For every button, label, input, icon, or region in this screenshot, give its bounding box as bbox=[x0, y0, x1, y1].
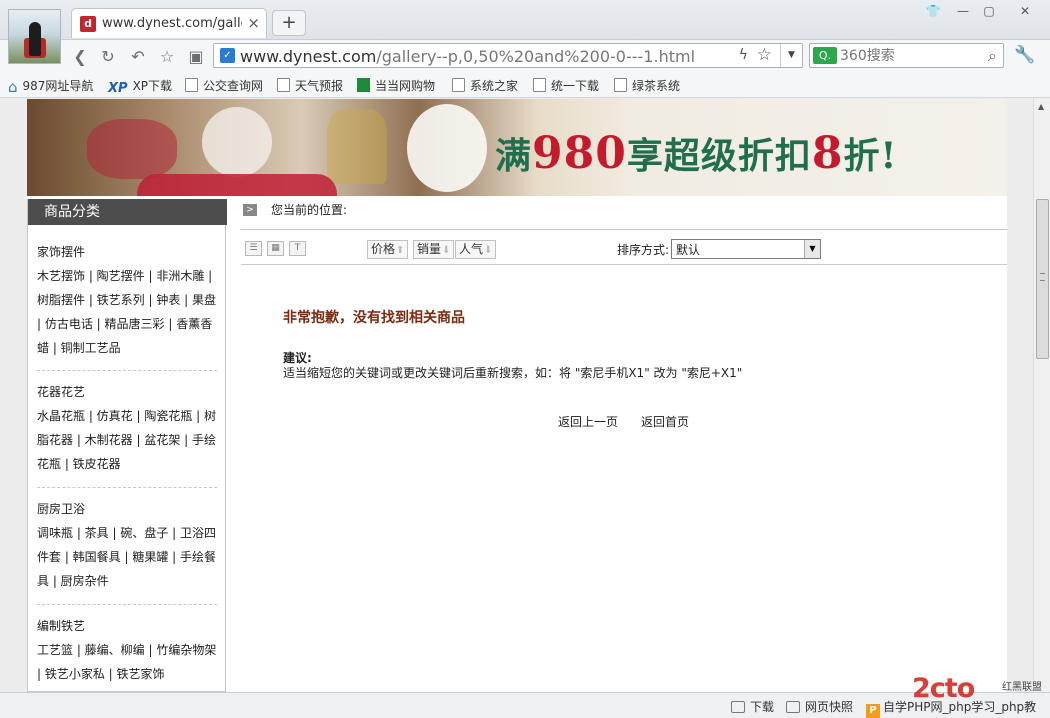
category-title[interactable]: 花器花艺 bbox=[37, 380, 219, 404]
category-title[interactable]: 编制铁艺 bbox=[37, 614, 219, 638]
xp-icon: XP bbox=[108, 81, 128, 96]
status-bar: 下载 网页快照 P 自学PHP网_php学习_php教 bbox=[0, 692, 1050, 718]
page-viewport: 满980享超级折扣8折! 商品分类 家饰摆件 木艺摆饰 | 陶艺摆件 | 非洲木… bbox=[0, 99, 1033, 692]
php-site-icon: P bbox=[866, 704, 880, 718]
bookmark-item[interactable]: 绿茶系统 bbox=[614, 77, 680, 94]
favorite-icon[interactable]: ☆ bbox=[156, 46, 178, 68]
search-input[interactable] bbox=[840, 46, 980, 65]
bookmark-item[interactable]: 天气预报 bbox=[277, 77, 343, 94]
category-block: 厨房卫浴 调味瓶 | 茶具 | 碗、盘子 | 卫浴四件套 | 韩国餐具 | 糖果… bbox=[37, 497, 219, 605]
vertical-scrollbar[interactable]: ▲ bbox=[1033, 99, 1050, 692]
sidebar-title: 商品分类 bbox=[28, 199, 227, 225]
list-view-icon[interactable]: ☰ bbox=[245, 241, 262, 256]
bookmark-star-icon[interactable]: ☆ bbox=[757, 45, 772, 65]
maximize-button[interactable]: ▢ bbox=[976, 2, 1002, 20]
undo-close-icon[interactable]: ↶ bbox=[127, 46, 149, 68]
doc-icon bbox=[277, 78, 290, 92]
sort-price-button[interactable]: 价格⬆ bbox=[367, 240, 409, 259]
scrollbar-thumb[interactable] bbox=[1036, 199, 1049, 359]
apps-icon[interactable]: ▣ bbox=[185, 46, 207, 68]
category-block: 编制铁艺 工艺篮 | 藤编、柳编 | 竹编杂物架 | 铁艺小家私 | 铁艺家饰 bbox=[37, 614, 219, 686]
doc-icon bbox=[452, 78, 465, 92]
sort-sales-button[interactable]: 销量⬇ bbox=[413, 240, 455, 259]
category-links[interactable]: 木艺摆饰 | 陶艺摆件 | 非洲木雕 | 树脂摆件 | 铁艺系列 | 钟表 | … bbox=[37, 264, 219, 360]
breadcrumb-arrow-icon: > bbox=[243, 204, 257, 216]
not-found-message: 非常抱歉，没有找到相关商品 bbox=[283, 310, 465, 326]
chevron-down-icon[interactable]: ▼ bbox=[804, 240, 820, 258]
grid-view-icon[interactable]: ▦ bbox=[267, 241, 284, 256]
breadcrumb-text: 您当前的位置: bbox=[271, 203, 348, 217]
tab-close-icon[interactable]: × bbox=[247, 14, 260, 32]
user-avatar[interactable] bbox=[8, 9, 61, 64]
url-domain: www.dynest.com bbox=[240, 47, 377, 66]
bookmark-item[interactable]: ⌂ 987网址导航 bbox=[8, 77, 93, 96]
text-view-icon[interactable]: T bbox=[289, 241, 306, 256]
filter-bar: ☰ ▦ T 价格⬆ 销量⬇ 人气⬇ 排序方式: 默认 ▼ bbox=[241, 237, 1007, 265]
browser-tab[interactable]: d www.dynest.com/gallery- × bbox=[71, 8, 267, 38]
doc-icon bbox=[614, 78, 627, 92]
browser-titlebar: d www.dynest.com/gallery- × + 👕 — ▢ ✕ bbox=[0, 0, 1050, 64]
category-sidebar: 商品分类 家饰摆件 木艺摆饰 | 陶艺摆件 | 非洲木雕 | 树脂摆件 | 铁艺… bbox=[27, 199, 227, 692]
skin-icon[interactable]: 👕 bbox=[920, 2, 946, 20]
search-engine-icon[interactable]: Q. bbox=[813, 47, 837, 64]
back-icon[interactable]: ❮ bbox=[69, 46, 91, 68]
minimize-button[interactable]: — bbox=[950, 2, 976, 20]
category-links[interactable]: 工艺篮 | 藤编、柳编 | 竹编杂物架 | 铁艺小家私 | 铁艺家饰 bbox=[37, 638, 219, 686]
category-block: 花器花艺 水晶花瓶 | 仿真花 | 陶瓷花瓶 | 树脂花器 | 木制花器 | 盆… bbox=[37, 380, 219, 488]
address-bar[interactable]: ✓ www.dynest.com/gallery--p,0,50%20and%2… bbox=[213, 43, 803, 68]
category-divider bbox=[37, 487, 217, 488]
download-icon bbox=[731, 701, 745, 713]
category-links[interactable]: 水晶花瓶 | 仿真花 | 陶瓷花瓶 | 树脂花器 | 木制花器 | 盆花架 | … bbox=[37, 404, 219, 476]
bookmark-item[interactable]: 系统之家 bbox=[452, 77, 518, 94]
category-divider bbox=[37, 370, 217, 371]
breadcrumb: > 您当前的位置: bbox=[241, 199, 1007, 230]
category-links[interactable]: 调味瓶 | 茶具 | 碗、盘子 | 卫浴四件套 | 韩国餐具 | 糖果罐 | 手… bbox=[37, 521, 219, 593]
suggestion-text: 适当缩短您的关键词或更改关键词后重新搜索，如：将 "索尼手机X1" 改为 "索尼… bbox=[283, 366, 743, 380]
close-window-button[interactable]: ✕ bbox=[1012, 2, 1038, 20]
doc-icon bbox=[185, 78, 198, 92]
sort-label: 排序方式: bbox=[617, 243, 670, 257]
watermark-logo: 2cto 红黑联盟 bbox=[912, 673, 1042, 704]
speed-mode-icon[interactable]: ϟ bbox=[739, 47, 748, 63]
main-content: > 您当前的位置: ☰ ▦ T 价格⬆ 销量⬇ 人气⬇ 排序方式: 默认 ▼ 非… bbox=[241, 199, 1007, 692]
sort-select-value: 默认 bbox=[676, 243, 701, 257]
bookmark-item[interactable]: 统一下载 bbox=[533, 77, 599, 94]
category-divider bbox=[37, 604, 217, 605]
sort-select[interactable]: 默认 ▼ bbox=[671, 239, 821, 259]
category-title[interactable]: 家饰摆件 bbox=[37, 240, 219, 264]
bookmark-item[interactable]: XP XP下载 bbox=[108, 77, 172, 96]
site-favicon-icon: d bbox=[80, 16, 96, 32]
category-block: 家饰摆件 木艺摆饰 | 陶艺摆件 | 非洲木雕 | 树脂摆件 | 铁艺系列 | … bbox=[37, 240, 219, 371]
security-shield-icon: ✓ bbox=[220, 48, 235, 63]
refresh-icon[interactable]: ↻ bbox=[97, 46, 119, 68]
scroll-up-icon[interactable]: ▲ bbox=[1038, 102, 1044, 111]
address-dropdown-icon[interactable]: ▼ bbox=[780, 44, 802, 67]
home-icon: ⌂ bbox=[8, 78, 18, 96]
sort-arrow-icon: ⬇ bbox=[442, 245, 451, 256]
dangdang-icon bbox=[357, 78, 370, 92]
search-icon[interactable]: ⌕ bbox=[988, 46, 997, 66]
url-path: /gallery--p,0,50%20and%200-0---1.html bbox=[376, 47, 696, 66]
back-home-link[interactable]: 返回首页 bbox=[641, 413, 689, 430]
tab-title: www.dynest.com/gallery- bbox=[102, 16, 242, 31]
sort-popularity-button[interactable]: 人气⬇ bbox=[455, 240, 497, 259]
new-tab-button[interactable]: + bbox=[272, 10, 306, 36]
doc-icon bbox=[533, 78, 546, 92]
snapshot-button[interactable]: 网页快照 bbox=[786, 698, 853, 715]
camera-icon bbox=[786, 701, 800, 713]
banner-slogan: 满980享超级折扣8折! bbox=[495, 128, 898, 179]
back-previous-link[interactable]: 返回上一页 bbox=[558, 413, 618, 430]
bookmark-item[interactable]: 公交查询网 bbox=[185, 77, 263, 94]
sort-arrow-icon: ⬇ bbox=[484, 245, 493, 256]
category-title[interactable]: 厨房卫浴 bbox=[37, 497, 219, 521]
sort-arrow-icon: ⬆ bbox=[396, 245, 405, 256]
download-button[interactable]: 下载 bbox=[731, 698, 774, 715]
page-container: 满980享超级折扣8折! 商品分类 家饰摆件 木艺摆饰 | 陶艺摆件 | 非洲木… bbox=[27, 99, 1007, 692]
bookmark-item[interactable]: 当当网购物 bbox=[357, 77, 435, 94]
search-box[interactable]: Q. ⌕ bbox=[809, 43, 1004, 68]
address-url[interactable]: www.dynest.com/gallery--p,0,50%20and%200… bbox=[240, 47, 695, 66]
promo-banner[interactable]: 满980享超级折扣8折! bbox=[27, 99, 1007, 196]
bookmarks-bar: ⌂ 987网址导航 XP XP下载 公交查询网 天气预报 当当网购物 系统之家 统一… bbox=[0, 72, 1050, 98]
tools-wrench-icon[interactable]: 🔧 bbox=[1014, 45, 1035, 65]
